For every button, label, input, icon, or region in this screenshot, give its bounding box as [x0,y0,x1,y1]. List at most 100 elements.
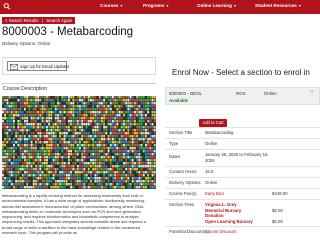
dna-base-tile [39,132,42,135]
dna-base-tile [41,138,44,141]
dna-base-tile [76,177,79,180]
dna-base-tile [109,144,112,147]
dna-base-tile [94,174,97,177]
dna-base-tile [37,147,40,150]
search-again-link[interactable]: Search Again [46,18,72,23]
dna-base-tile [136,147,139,150]
nav-online-learning[interactable]: Online Learning ▾ [197,3,236,8]
add-to-cart-button[interactable]: Add to Cart [199,119,227,127]
dna-base-tile [103,132,106,135]
dna-base-tile [6,117,9,120]
dna-base-tile [48,183,51,186]
dna-base-tile [147,183,150,186]
dna-base-tile [65,183,68,186]
dna-base-tile [131,156,134,159]
dna-base-tile [48,105,51,108]
dna-base-tile [13,141,15,144]
dna-base-tile [61,153,64,156]
collapse-icon[interactable]: − [310,89,314,95]
dna-base-tile [83,162,86,165]
dna-base-tile [129,141,132,144]
early-bird-link[interactable]: Early Bird [205,191,224,196]
dna-base-tile [96,135,99,138]
dna-base-tile [2,120,4,123]
dna-base-tile [123,111,125,114]
dna-base-tile [43,174,46,177]
bursary-link-1-line-1[interactable]: Virginia L. Grey [205,202,237,207]
dna-base-tile [52,102,55,105]
dna-base-tile [76,111,79,114]
bursary-link-1-line-3[interactable]: Donation [205,213,224,218]
dna-base-tile [52,144,55,147]
dna-base-tile [24,126,26,129]
dna-base-tile [136,135,139,138]
dna-base-tile [10,135,13,138]
dna-base-tile [68,102,70,105]
dna-base-tile [74,168,77,171]
dna-base-tile [94,138,97,141]
dna-base-tile [21,138,24,141]
dna-base-tile [151,165,154,168]
email-signup-button[interactable]: Sign Up for Email Updates [7,61,69,71]
search-icon[interactable] [3,2,11,11]
dna-base-tile [54,111,57,114]
dna-base-tile [90,165,92,168]
dna-base-tile [136,114,139,117]
dna-base-tile [70,99,73,102]
dna-base-tile [142,129,145,132]
dna-base-tile [145,108,147,111]
dna-base-tile [125,180,128,183]
dna-base-tile [151,159,154,162]
dna-base-tile [57,111,59,114]
bursary-link-1-line-2[interactable]: Memorial Bursary [205,208,241,213]
dna-base-tile [147,132,150,135]
dna-base-tile [140,123,143,126]
dna-base-tile [87,120,90,123]
dna-base-tile [118,159,121,162]
dna-base-tile [109,96,112,99]
nav-programs[interactable]: Programs ▾ [143,3,168,8]
dna-base-tile [48,180,51,183]
chevron-down-icon: ▾ [120,3,123,8]
dna-base-tile [96,117,99,120]
dna-base-tile [74,120,77,123]
back-to-search-results-link[interactable]: < Search Results [5,18,39,23]
availability-status: Available [169,98,189,103]
dna-base-tile [79,171,81,174]
dna-base-tile [2,150,4,153]
dna-base-tile [35,150,37,153]
dna-base-tile [6,159,9,162]
dna-base-tile [118,96,121,99]
dna-base-tile [35,108,37,111]
dna-base-tile [114,111,117,114]
dna-base-tile [92,105,95,108]
dna-base-tile [140,153,143,156]
dna-base-tile [19,180,22,183]
dna-base-tile [59,141,62,144]
dna-base-tile [85,180,88,183]
dna-base-tile [109,135,112,138]
dna-base-tile [131,102,134,105]
dna-base-tile [109,168,112,171]
dna-base-tile [85,108,88,111]
dna-base-tile [120,135,123,138]
dna-base-tile [136,138,139,141]
dna-base-tile [24,141,26,144]
nav-student-resources[interactable]: Student Resources ▾ [255,3,301,8]
dna-base-tile [4,156,7,159]
dna-base-tile [90,105,92,108]
dna-base-tile [79,180,81,183]
bursary-link-2[interactable]: Open Learning Bursary [205,219,253,224]
dna-base-tile [85,141,88,144]
dna-base-tile [109,102,112,105]
dna-base-tile [129,123,132,126]
dna-base-tile [90,156,92,159]
nav-courses[interactable]: Courses ▾ [100,3,122,8]
dna-base-tile [151,150,154,153]
dna-base-tile [2,117,4,120]
alumni-discount-link[interactable]: Alumni Discount [205,229,236,234]
dna-base-tile [24,132,26,135]
section-row[interactable]: 8000003 - DEOL Available RGS Online − [165,87,320,105]
dna-base-tile [37,114,40,117]
dna-base-tile [153,159,156,162]
